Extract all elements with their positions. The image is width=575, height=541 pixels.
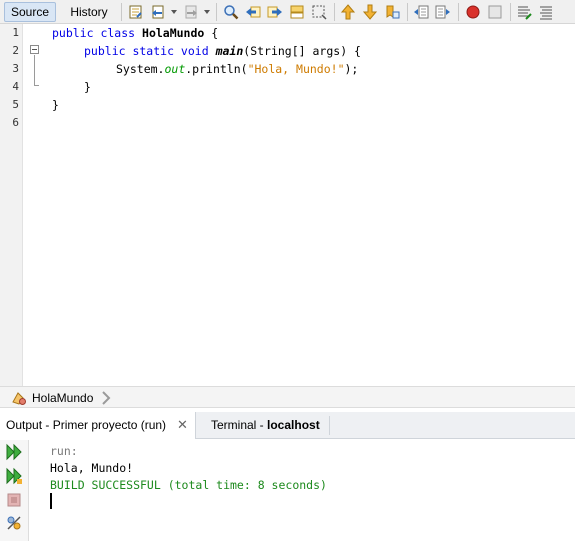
output-line-program: Hola, Mundo! [50, 461, 134, 475]
tab-terminal-host: localhost [267, 418, 320, 432]
chevron-right-icon [101, 391, 111, 405]
breadcrumb: HolaMundo [0, 386, 575, 408]
last-edit-icon[interactable] [128, 4, 144, 20]
breadcrumb-item-holamundo[interactable]: HolaMundo [32, 390, 93, 406]
shift-left-icon[interactable] [413, 4, 429, 20]
rerun-with-parameters-icon[interactable] [5, 467, 23, 485]
toggle-bookmark-icon[interactable] [384, 4, 400, 20]
code-text: (String[] args) { [243, 44, 361, 58]
close-icon[interactable]: ✕ [177, 412, 188, 438]
line-number: 1 [12, 26, 19, 39]
tab-output[interactable]: Output - Primer proyecto (run) ✕ [0, 412, 196, 439]
code-line: } [84, 78, 91, 96]
output-panel: run: Hola, Mundo! BUILD SUCCESSFUL (tota… [0, 440, 575, 541]
uncomment-icon[interactable] [538, 4, 554, 20]
code-editor[interactable]: 1 2 3 4 5 6 public class HolaMundo { pub… [0, 24, 575, 386]
fold-toggle-icon[interactable] [30, 45, 39, 54]
stop-macro-icon[interactable] [487, 4, 503, 20]
code-keyword: public static void [84, 44, 216, 58]
code-keyword: public class [52, 26, 143, 40]
fold-guide-end [34, 85, 39, 86]
code-line: } [52, 96, 59, 114]
fold-guide [34, 55, 35, 85]
start-macro-icon[interactable] [465, 4, 481, 20]
tab-divider [329, 416, 330, 435]
output-tab-bar: Output - Primer proyecto (run) ✕ Termina… [0, 412, 575, 439]
back-icon[interactable] [150, 4, 166, 20]
code-text: } [52, 98, 59, 112]
editor-toolbar: Source History [0, 0, 575, 24]
code-text: System. [116, 62, 165, 76]
toggle-rect-select-icon[interactable] [311, 4, 327, 20]
code-line: public class HolaMundo { [52, 24, 218, 42]
toolbar-separator [334, 3, 335, 21]
line-number: 2 [12, 44, 19, 57]
line-number: 4 [12, 80, 19, 93]
comment-icon[interactable] [516, 4, 532, 20]
toolbar-separator [407, 3, 408, 21]
code-line: System.out.println("Hola, Mundo!"); [116, 60, 358, 78]
output-line-build-status: BUILD SUCCESSFUL (total time: 8 seconds) [50, 478, 327, 492]
code-text: ); [344, 62, 359, 76]
stop-icon[interactable] [5, 491, 23, 509]
code-line: public static void main(String[] args) { [84, 42, 361, 60]
find-icon[interactable] [223, 4, 239, 20]
line-number: 6 [12, 116, 19, 129]
back-dropdown-icon[interactable] [171, 10, 177, 14]
toolbar-separator [458, 3, 459, 21]
line-number: 5 [12, 98, 19, 111]
tab-terminal-label: Terminal - [211, 418, 268, 432]
find-next-icon[interactable] [267, 4, 283, 20]
toolbar-separator [216, 3, 217, 21]
line-number: 3 [12, 62, 19, 75]
toolbar-separator [510, 3, 511, 21]
output-sidebar [0, 440, 29, 541]
code-string: "Hola, Mundo!" [247, 62, 345, 76]
line-number-gutter: 1 2 3 4 5 6 [0, 24, 23, 386]
output-line-run: run: [50, 444, 78, 458]
source-tab[interactable]: Source [4, 2, 56, 22]
code-class-name: HolaMundo [142, 26, 205, 40]
toggle-highlight-icon[interactable] [289, 4, 305, 20]
previous-bookmark-icon[interactable] [340, 4, 356, 20]
code-text: } [84, 80, 91, 94]
forward-icon[interactable] [183, 4, 199, 20]
code-method-name: main [215, 44, 244, 58]
rerun-icon[interactable] [5, 443, 23, 461]
shift-right-icon[interactable] [435, 4, 451, 20]
class-icon [11, 390, 27, 406]
next-bookmark-icon[interactable] [362, 4, 378, 20]
tab-output-label: Output - Primer proyecto (run) [6, 418, 167, 432]
history-tab[interactable]: History [64, 2, 114, 22]
toolbar-separator [121, 3, 122, 21]
tab-terminal[interactable]: Terminal - localhost [205, 412, 329, 439]
find-previous-icon[interactable] [245, 4, 261, 20]
forward-dropdown-icon[interactable] [204, 10, 210, 14]
statistics-icon[interactable] [5, 514, 23, 532]
code-text: .println( [185, 62, 248, 76]
code-text: { [204, 26, 219, 40]
text-cursor [50, 493, 52, 509]
code-field: out [164, 62, 186, 76]
